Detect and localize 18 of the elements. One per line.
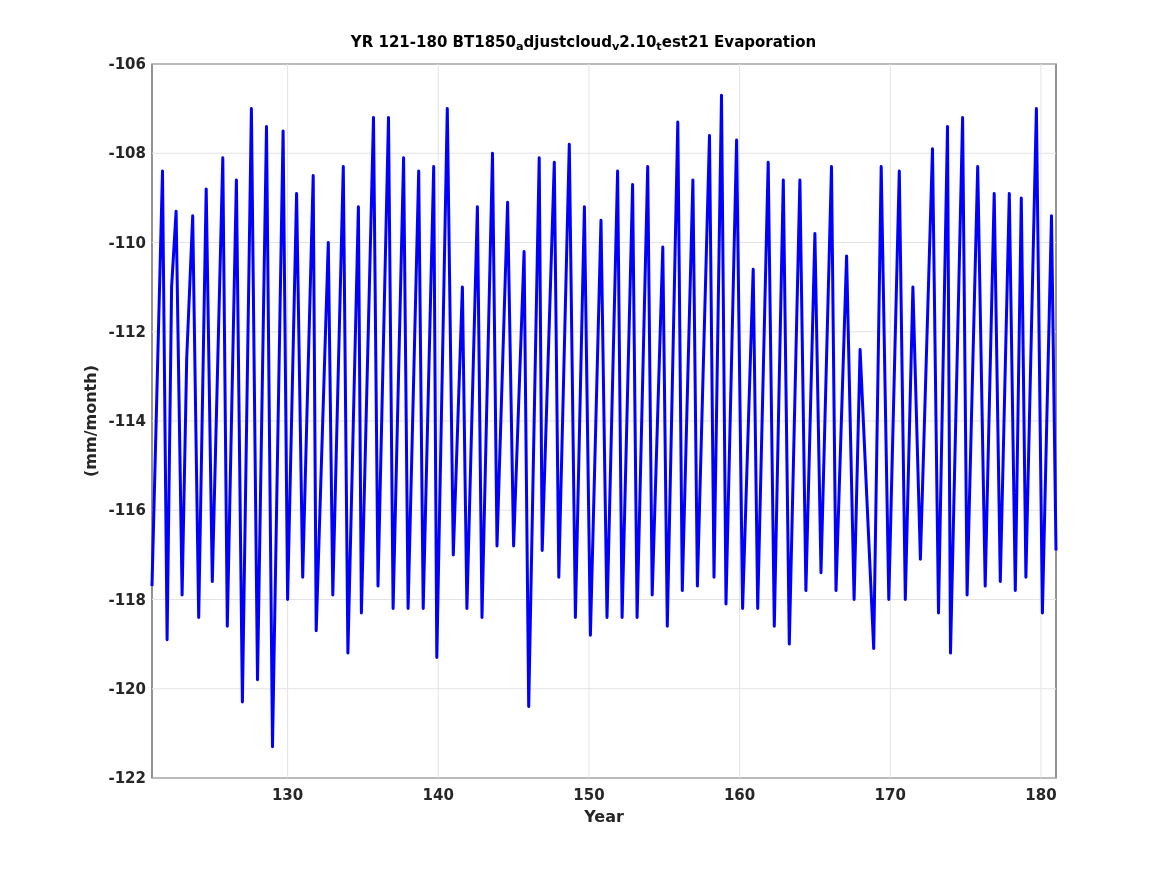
tick-label: -110 — [108, 233, 146, 252]
tick-label: 150 — [573, 786, 605, 804]
tick-label: -114 — [108, 412, 146, 430]
tick-label: 180 — [1025, 786, 1057, 804]
tick-label: -106 — [108, 56, 146, 73]
tick-label: 160 — [723, 786, 756, 804]
tick-label: -122 — [108, 769, 146, 787]
tick-label: -116 — [108, 501, 146, 520]
tick-label: -120 — [108, 679, 146, 698]
axis-label: Year — [584, 807, 624, 826]
tick-label: 170 — [874, 786, 906, 804]
tick-label: -112 — [108, 322, 146, 341]
tick-label: 130 — [271, 786, 304, 804]
tick-label: -108 — [108, 144, 146, 163]
tick-label: 140 — [422, 786, 454, 804]
tick-label: -118 — [108, 590, 146, 609]
chart-title: YR 121-180 BT1850$_{a}$djustcloud$_{v}$2.10$_{t}$est21 Evaporation — [350, 32, 817, 52]
axis-label: (mm/month) — [81, 365, 100, 477]
